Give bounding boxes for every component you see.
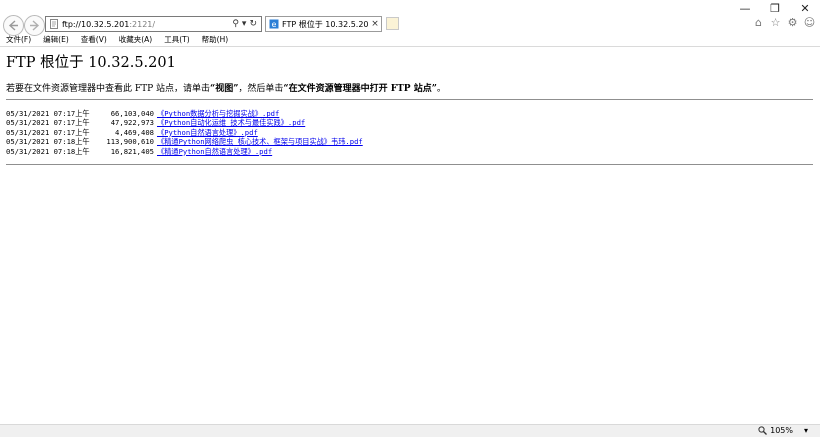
file-size: 113,900,610 xyxy=(106,137,154,147)
zoom-level: 105% xyxy=(770,426,793,435)
address-url[interactable]: ftp://10.32.5.201:2121/ xyxy=(62,20,232,29)
menu-edit[interactable]: 编辑(E) xyxy=(37,34,75,46)
file-listing: 05/31/2021 07:17上午 66,103,040 《Python数据分… xyxy=(6,109,363,156)
search-icon[interactable]: ⚲ xyxy=(232,19,239,29)
home-icon[interactable]: ⌂ xyxy=(752,16,765,29)
intro-text: 若要在文件资源管理器中查看此 FTP 站点，请单击“视图”，然后单击“在文件资源… xyxy=(6,81,446,94)
file-datetime: 05/31/2021 07:18上午 xyxy=(6,137,90,147)
file-row: 05/31/2021 07:18上午 16,821,405 《精通Python自… xyxy=(6,147,363,156)
file-size: 16,821,405 xyxy=(110,146,154,156)
menu-help[interactable]: 帮助(H) xyxy=(196,34,235,46)
zoom-magnifier-icon xyxy=(758,426,768,435)
file-datetime: 05/31/2021 07:17上午 xyxy=(6,127,90,137)
intro-middle: ，然后单击 xyxy=(238,84,284,94)
file-size: 47,922,973 xyxy=(110,118,154,128)
menu-tools[interactable]: 工具(T) xyxy=(158,34,195,46)
file-link[interactable]: 《精通Python自然语言处理》.pdf xyxy=(157,147,272,156)
smiley-feedback-icon[interactable]: ☺ xyxy=(803,16,816,29)
page-content: FTP 根位于 10.32.5.201 若要在文件资源管理器中查看此 FTP 站… xyxy=(0,47,820,424)
menu-favorites[interactable]: 收藏夹(A) xyxy=(113,34,158,46)
new-tab-button[interactable] xyxy=(386,17,399,30)
file-row: 05/31/2021 07:17上午 66,103,040 《Python数据分… xyxy=(6,109,363,118)
file-size: 4,469,408 xyxy=(115,127,154,137)
address-host: ftp://10.32.5.201 xyxy=(62,19,130,29)
intro-end: 。 xyxy=(436,84,446,94)
gear-icon[interactable]: ⚙ xyxy=(786,16,799,29)
restore-button[interactable]: ❐ xyxy=(760,0,790,17)
address-port-path: :2121/ xyxy=(129,19,156,29)
file-link[interactable]: 《Python自然语言处理》.pdf xyxy=(157,128,258,137)
file-size: 66,103,040 xyxy=(110,109,154,118)
browser-chrome: — ❐ ✕ ftp://10.32.5.201:2121/ ⚲ ▾ ↻ e FT… xyxy=(0,0,820,47)
intro-prefix: 若要在文件资源管理器中查看此 FTP 站点，请单击 xyxy=(6,84,211,94)
favorites-star-icon[interactable]: ☆ xyxy=(769,16,782,29)
file-row: 05/31/2021 07:17上午 47,922,973 《Python自动化… xyxy=(6,118,363,127)
tab-title: FTP 根位于 10.32.5.201 xyxy=(282,19,369,29)
intro-open: “在文件资源管理器中打开 FTP 站点” xyxy=(283,84,437,94)
file-link[interactable]: 《Python数据分析与挖掘实战》.pdf xyxy=(157,109,279,118)
top-divider xyxy=(6,99,813,100)
arrow-right-icon xyxy=(30,20,40,31)
page-title: FTP 根位于 10.32.5.201 xyxy=(6,55,176,71)
file-row: 05/31/2021 07:18上午 113,900,610 《精通Python… xyxy=(6,137,363,146)
file-datetime: 05/31/2021 07:17上午 xyxy=(6,109,90,118)
bottom-divider xyxy=(6,164,813,165)
file-datetime: 05/31/2021 07:18上午 xyxy=(6,146,90,156)
tab-close-icon[interactable]: × xyxy=(369,19,381,29)
svg-text:e: e xyxy=(272,20,277,29)
page-icon xyxy=(49,19,59,29)
menu-view[interactable]: 查看(V) xyxy=(75,34,113,46)
toolbar-right-icons: ⌂ ☆ ⚙ ☺ xyxy=(752,16,816,29)
chevron-down-icon[interactable]: ▾ xyxy=(242,19,247,29)
menu-bar: 文件(F) 编辑(E) 查看(V) 收藏夹(A) 工具(T) 帮助(H) xyxy=(0,34,820,46)
forward-button[interactable] xyxy=(24,15,45,36)
ie-tab-icon: e xyxy=(269,19,279,29)
refresh-icon[interactable]: ↻ xyxy=(249,19,257,29)
minimize-button[interactable]: — xyxy=(730,0,760,17)
address-bar[interactable]: ftp://10.32.5.201:2121/ ⚲ ▾ ↻ xyxy=(45,16,262,32)
file-row: 05/31/2021 07:17上午 4,469,408 《Python自然语言… xyxy=(6,128,363,137)
file-datetime: 05/31/2021 07:17上午 xyxy=(6,118,90,128)
chevron-down-icon[interactable]: ▾ xyxy=(804,426,808,435)
intro-view: “视图” xyxy=(210,84,239,94)
tab-ftp-root[interactable]: e FTP 根位于 10.32.5.201 × xyxy=(265,16,382,32)
menu-file[interactable]: 文件(F) xyxy=(0,34,37,46)
file-link[interactable]: 《Python自动化运维 技术与最佳实践》.pdf xyxy=(157,118,305,127)
close-window-button[interactable]: ✕ xyxy=(790,0,820,17)
status-bar: 105% ▾ xyxy=(0,424,820,437)
zoom-control[interactable]: 105% ▾ xyxy=(758,426,808,435)
back-button[interactable] xyxy=(3,15,24,36)
arrow-left-icon xyxy=(8,20,18,31)
file-link[interactable]: 《精通Python网络爬虫 核心技术、框架与项目实战》韦玮.pdf xyxy=(157,137,363,146)
window-controls: — ❐ ✕ xyxy=(730,0,820,17)
